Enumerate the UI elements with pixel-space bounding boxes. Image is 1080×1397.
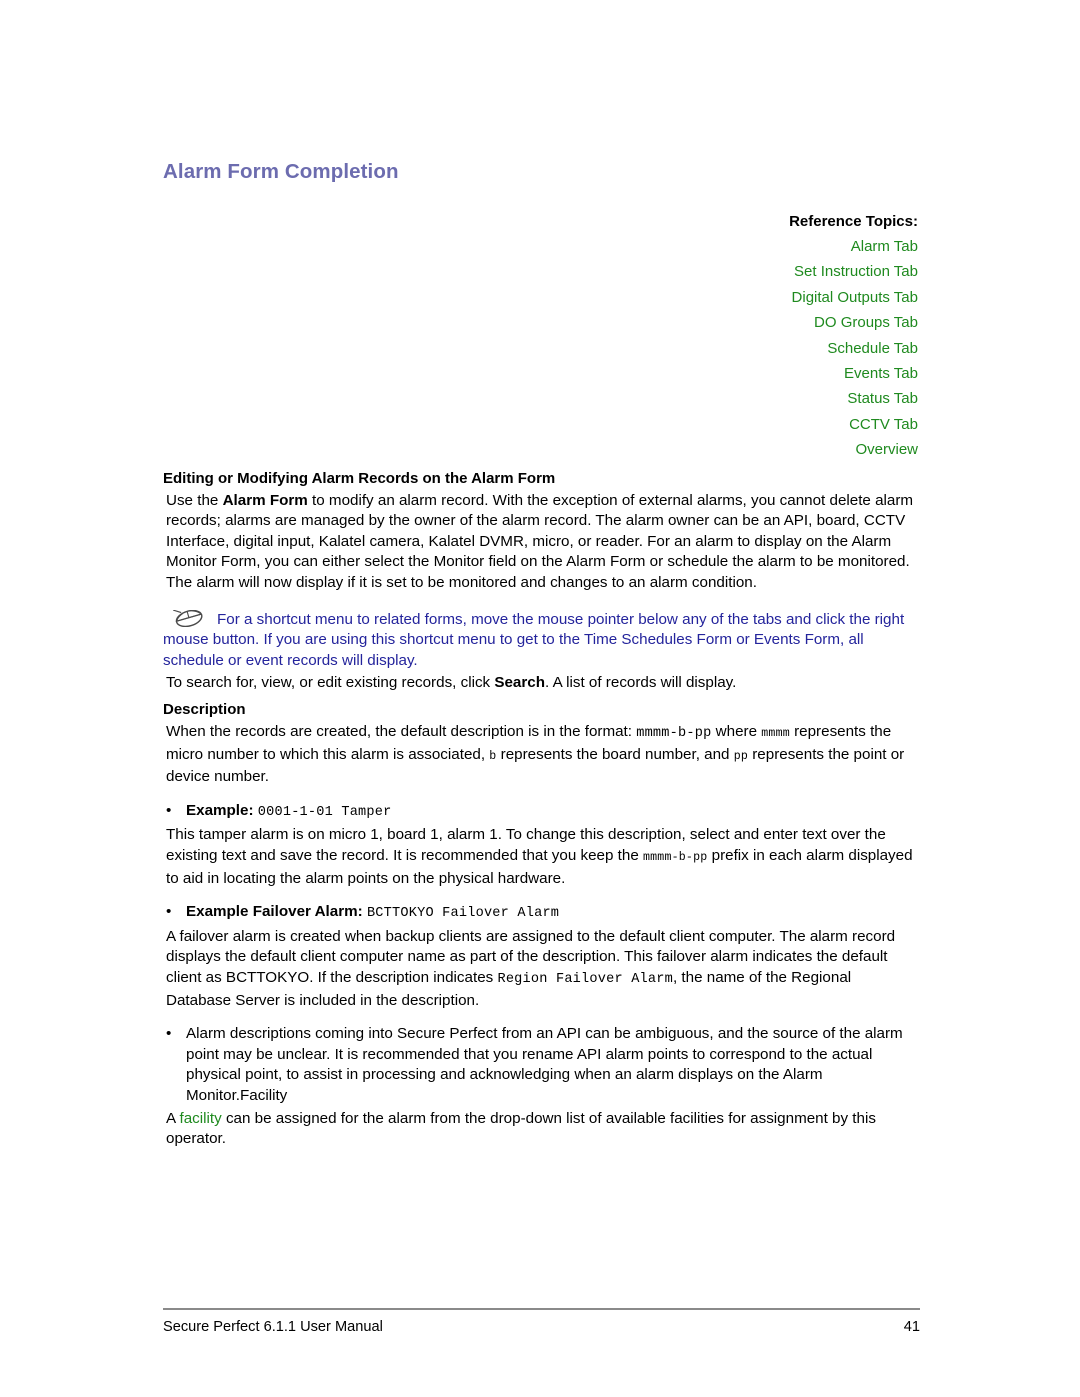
- bullet-api-descriptions: • Alarm descriptions coming into Secure P…: [163, 1024, 918, 1106]
- reference-link-do-groups-tab[interactable]: DO Groups Tab: [163, 310, 918, 335]
- reference-link-digital-outputs-tab[interactable]: Digital Outputs Tab: [163, 285, 918, 310]
- alarm-form-bold: Alarm Form: [222, 491, 308, 509]
- desc-part4: represents the board number, and: [496, 745, 734, 763]
- page-title: Alarm Form Completion: [163, 160, 399, 183]
- bullet-example-failover: • Example Failover Alarm: BCTTOKYO Failov…: [163, 902, 918, 925]
- search-instruction-line: To search for, view, or edit existing re…: [163, 673, 918, 694]
- reference-link-overview[interactable]: Overview: [163, 437, 918, 462]
- example-label: Example:: [186, 801, 254, 819]
- bullet-example: • Example: 0001-1-01 Tamper: [163, 801, 918, 824]
- api-bullet-text: Alarm descriptions coming into Secure Pe…: [186, 1025, 903, 1104]
- failover-label: Example Failover Alarm:: [186, 903, 363, 921]
- reference-link-status-tab[interactable]: Status Tab: [163, 386, 918, 411]
- search-line-part1: To search for, view, or edit existing re…: [166, 674, 495, 692]
- description-paragraph: When the records are created, the defaul…: [163, 722, 918, 788]
- desc-format-code: mmmm-b-pp: [636, 726, 712, 741]
- desc-pp-code: pp: [733, 749, 749, 763]
- footer-page-number: 41: [903, 1319, 920, 1335]
- reference-topics-block: Reference Topics: Alarm Tab Set Instruct…: [163, 209, 918, 463]
- example-paragraph: This tamper alarm is on micro 1, board 1…: [163, 825, 918, 889]
- example-prefix-code: mmmm-b-pp: [642, 850, 708, 864]
- failover-value-code: BCTTOKYO Failover Alarm: [366, 906, 560, 922]
- bullet-marker-icon: •: [166, 801, 172, 819]
- reference-link-set-instruction-tab[interactable]: Set Instruction Tab: [163, 259, 918, 284]
- facility-part2: can be assigned for the alarm from the d…: [166, 1109, 876, 1148]
- intro-text-part1: Use the: [166, 491, 223, 509]
- intro-paragraph: Use the Alarm Form to modify an alarm re…: [163, 491, 918, 594]
- desc-part1: When the records are created, the defaul…: [166, 723, 637, 740]
- document-page: Alarm Form Completion Reference Topics: …: [0, 0, 1080, 1397]
- reference-link-cctv-tab[interactable]: CCTV Tab: [163, 412, 918, 437]
- facility-paragraph: A facility can be assigned for the alarm…: [163, 1109, 918, 1150]
- editing-section-heading: Editing or Modifying Alarm Records on th…: [163, 469, 556, 487]
- bullet-marker-icon: •: [166, 903, 172, 921]
- description-heading: Description: [163, 701, 246, 718]
- facility-link[interactable]: facility: [180, 1110, 222, 1127]
- region-failover-code: Region Failover Alarm: [497, 971, 673, 987]
- reference-link-events-tab[interactable]: Events Tab: [163, 361, 918, 386]
- search-bold: Search: [494, 674, 546, 692]
- desc-mmmm-code: mmmm: [761, 727, 790, 740]
- reference-link-schedule-tab[interactable]: Schedule Tab: [163, 336, 918, 361]
- page-content: Alarm Form Completion Reference Topics: …: [163, 0, 918, 1150]
- reference-topics-label: Reference Topics:: [789, 212, 918, 230]
- footer-divider: [163, 1308, 920, 1310]
- bullet-marker-icon: •: [166, 1025, 172, 1043]
- page-footer: Secure Perfect 6.1.1 User Manual 41: [163, 1308, 920, 1337]
- footer-row: Secure Perfect 6.1.1 User Manual 41: [163, 1318, 920, 1337]
- shortcut-note-text: For a shortcut menu to related forms, mo…: [163, 610, 905, 669]
- reference-link-alarm-tab[interactable]: Alarm Tab: [163, 234, 918, 259]
- desc-part2: where: [711, 723, 762, 740]
- example-value-code: 0001-1-01 Tamper: [257, 804, 392, 820]
- search-line-part2: . A list of records will display.: [545, 674, 737, 692]
- shortcut-note-callout: For a shortcut menu to related forms, mo…: [163, 609, 918, 672]
- failover-paragraph: A failover alarm is created when backup …: [163, 927, 918, 1011]
- facility-part1: A: [166, 1109, 180, 1127]
- mouse-icon: [163, 609, 215, 627]
- footer-manual-name: Secure Perfect 6.1.1 User Manual: [163, 1319, 383, 1335]
